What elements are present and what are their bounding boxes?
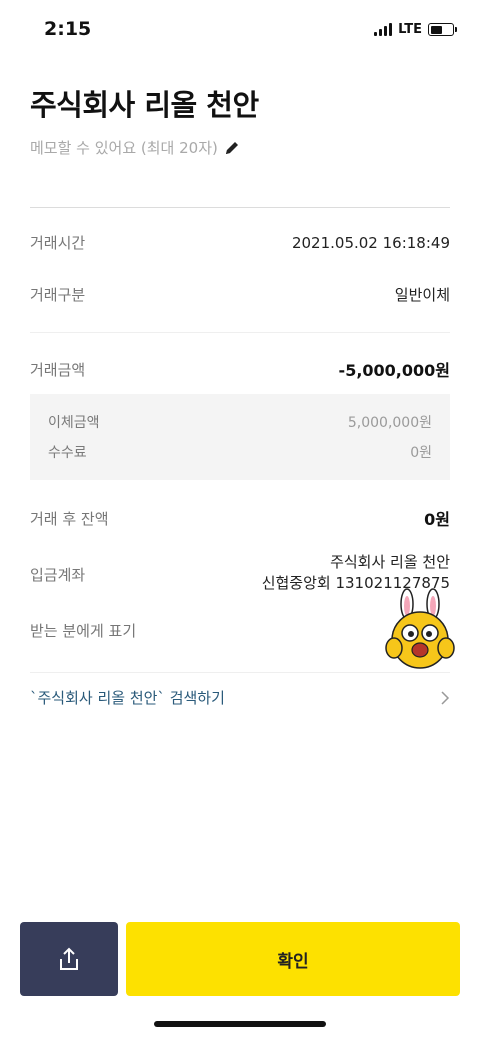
type-value: 일반이체 bbox=[394, 286, 450, 304]
memo-placeholder: 메모할 수 있어요 (최대 20자) bbox=[30, 139, 218, 157]
time-label: 거래시간 bbox=[30, 234, 86, 252]
detail-row-account: 입금계좌 bbox=[30, 564, 85, 585]
confirm-button[interactable]: 확인 bbox=[126, 922, 460, 996]
battery-icon bbox=[428, 23, 457, 36]
transfer-row: 이체금액 5,000,000원 bbox=[48, 412, 432, 432]
detail-row-type: 거래구분 일반이체 bbox=[30, 284, 450, 305]
network-type: LTE bbox=[398, 22, 422, 37]
amount-value: -5,000,000원 bbox=[338, 361, 450, 380]
status-time: 2:15 bbox=[44, 18, 92, 40]
fee-row: 수수료 0원 bbox=[48, 442, 432, 462]
balance-value: 0원 bbox=[424, 510, 450, 529]
search-link-text[interactable]: `주식회사 리올 천안` 검색하기 bbox=[30, 687, 225, 708]
search-link[interactable]: `주식회사 리올 천안` 검색하기 bbox=[30, 672, 450, 722]
pencil-icon[interactable] bbox=[224, 140, 240, 156]
detail-row-recipient: 받는 분에게 표기 bbox=[30, 620, 136, 641]
account-label: 입금계좌 bbox=[30, 566, 86, 584]
account-name: 주식회사 리올 천안 bbox=[330, 553, 450, 571]
signal-icon bbox=[374, 23, 393, 36]
time-value: 2021.05.02 16:18:49 bbox=[291, 233, 450, 252]
fee-label: 수수료 bbox=[48, 445, 87, 461]
rabbit-mascot-sticker bbox=[385, 588, 455, 669]
status-bar: 2:15 LTE bbox=[0, 0, 480, 62]
transfer-label: 이체금액 bbox=[48, 415, 100, 431]
status-indicators: LTE bbox=[374, 22, 457, 37]
type-label: 거래구분 bbox=[30, 286, 86, 304]
row-divider bbox=[30, 332, 450, 333]
chevron-right-icon bbox=[441, 690, 450, 705]
detail-row-time: 거래시간 2021.05.02 16:18:49 bbox=[30, 232, 450, 253]
recipient-label: 받는 분에게 표기 bbox=[30, 622, 137, 640]
memo-field[interactable]: 메모할 수 있어요 (최대 20자) bbox=[30, 137, 240, 158]
home-indicator[interactable] bbox=[154, 1021, 326, 1027]
share-icon bbox=[60, 947, 78, 970]
amount-label: 거래금액 bbox=[30, 360, 86, 379]
detail-row-balance: 거래 후 잔액 0원 bbox=[30, 506, 450, 530]
page-title: 주식회사 리올 천안 bbox=[30, 88, 259, 122]
section-divider bbox=[30, 207, 450, 208]
fee-breakdown: 이체금액 5,000,000원 수수료 0원 bbox=[30, 394, 450, 480]
balance-label: 거래 후 잔액 bbox=[30, 509, 109, 528]
detail-row-amount: 거래금액 -5,000,000원 bbox=[30, 357, 450, 381]
transfer-value: 5,000,000원 bbox=[347, 415, 432, 431]
share-button[interactable] bbox=[20, 922, 118, 996]
fee-value: 0원 bbox=[410, 445, 432, 461]
